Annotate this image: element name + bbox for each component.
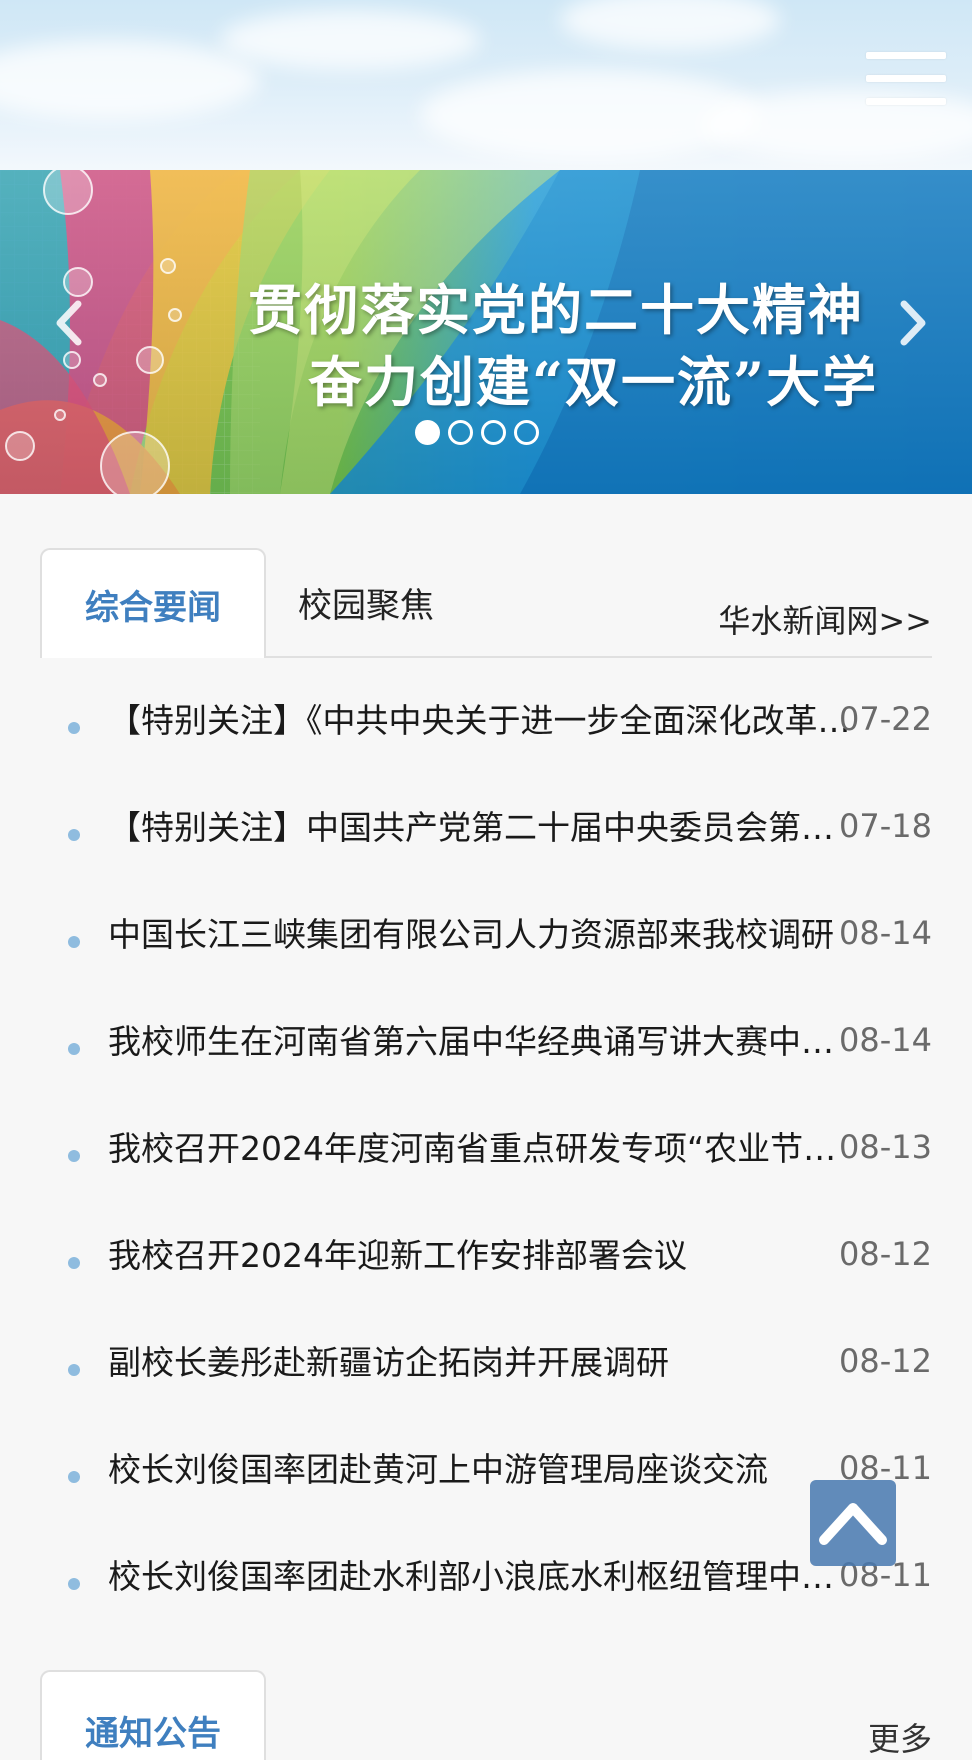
- list-item: 我校召开2024年度河南省重点研发专项“农业节水”项目推进会 08-13: [40, 1102, 932, 1209]
- news-title-link[interactable]: 中国长江三峡集团有限公司人力资源部来我校调研: [108, 912, 852, 958]
- news-title-link[interactable]: 我校师生在河南省第六届中华经典诵写讲大赛中获佳绩: [108, 1019, 852, 1065]
- back-to-top-button[interactable]: [810, 1480, 896, 1566]
- news-date: 08-12: [839, 1235, 932, 1273]
- news-date: 08-14: [839, 1021, 932, 1059]
- bullet-icon: [68, 1364, 80, 1376]
- list-item: 我校召开2024年迎新工作安排部署会议 08-12: [40, 1209, 932, 1316]
- list-item: 我校师生在河南省第六届中华经典诵写讲大赛中获佳绩 08-14: [40, 995, 932, 1102]
- list-item: 副校长姜彤赴新疆访企拓岗并开展调研 08-12: [40, 1316, 932, 1423]
- list-item: 【特别关注】《中共中央关于进一步全面深化改革推进中国式现代化的决定》 07-22: [40, 674, 932, 781]
- banner-carousel[interactable]: 贯彻落实党的二十大精神 奋力创建“双一流”大学: [0, 170, 972, 494]
- bullet-icon: [68, 829, 80, 841]
- news-date: 08-14: [839, 914, 932, 952]
- banner-headline-line1: 贯彻落实党的二十大精神: [248, 278, 864, 342]
- banner-headline-line2: 奋力创建“双一流”大学: [308, 350, 879, 414]
- list-item: 校长刘俊国率团赴黄河上中游管理局座谈交流 08-11: [40, 1423, 932, 1530]
- news-title-link[interactable]: 【特别关注】中国共产党第二十届中央委员会第三次全体会议公报: [108, 805, 852, 851]
- bullet-icon: [68, 1257, 80, 1269]
- news-title-link[interactable]: 副校长姜彤赴新疆访企拓岗并开展调研: [108, 1340, 852, 1386]
- news-title-link[interactable]: 校长刘俊国率团赴黄河上中游管理局座谈交流: [108, 1447, 852, 1493]
- tab-general-news[interactable]: 综合要闻: [40, 548, 266, 658]
- news-list: 【特别关注】《中共中央关于进一步全面深化改革推进中国式现代化的决定》 07-22…: [40, 674, 932, 1637]
- news-date: 07-18: [839, 807, 932, 845]
- bullet-icon: [68, 1043, 80, 1055]
- hamburger-menu-icon[interactable]: [866, 52, 946, 110]
- tab-campus-focus[interactable]: 校园聚焦: [286, 548, 446, 656]
- carousel-dot[interactable]: [481, 420, 506, 445]
- bullet-icon: [68, 1471, 80, 1483]
- news-title-link[interactable]: 我校召开2024年迎新工作安排部署会议: [108, 1233, 852, 1279]
- chevron-right-icon[interactable]: [892, 298, 932, 348]
- bullet-icon: [68, 722, 80, 734]
- chevron-left-icon[interactable]: [50, 298, 90, 348]
- news-tabs: 综合要闻 校园聚焦 华水新闻网>>: [40, 548, 932, 658]
- cloud-decoration: [560, 0, 780, 50]
- news-date: 08-12: [839, 1342, 932, 1380]
- carousel-dot[interactable]: [514, 420, 539, 445]
- list-item: 校长刘俊国率团赴水利部小浪底水利枢纽管理中心调研 08-11: [40, 1530, 932, 1637]
- cloud-decoration: [220, 10, 480, 70]
- list-item: 中国长江三峡集团有限公司人力资源部来我校调研 08-14: [40, 888, 932, 995]
- chevron-up-icon: [819, 1503, 887, 1545]
- cloud-decoration: [0, 40, 260, 120]
- news-date: 08-13: [839, 1128, 932, 1166]
- news-date: 07-22: [839, 700, 932, 738]
- bullet-icon: [68, 1150, 80, 1162]
- bullet-icon: [68, 1578, 80, 1590]
- carousel-dot[interactable]: [415, 420, 440, 445]
- bullet-icon: [68, 936, 80, 948]
- carousel-dot[interactable]: [448, 420, 473, 445]
- news-title-link[interactable]: 我校召开2024年度河南省重点研发专项“农业节水”项目推进会: [108, 1126, 852, 1172]
- news-title-link[interactable]: 【特别关注】《中共中央关于进一步全面深化改革推进中国式现代化的决定》: [108, 698, 852, 744]
- list-item: 【特别关注】中国共产党第二十届中央委员会第三次全体会议公报 07-18: [40, 781, 932, 888]
- site-header: [0, 0, 972, 170]
- tab-notices[interactable]: 通知公告: [40, 1670, 266, 1760]
- news-site-link[interactable]: 华水新闻网>>: [718, 596, 932, 642]
- carousel-pagination: [415, 420, 539, 445]
- news-title-link[interactable]: 校长刘俊国率团赴水利部小浪底水利枢纽管理中心调研: [108, 1554, 852, 1600]
- notices-more-link[interactable]: 更多: [868, 1714, 932, 1760]
- notice-tabs: 通知公告 更多: [40, 1670, 932, 1760]
